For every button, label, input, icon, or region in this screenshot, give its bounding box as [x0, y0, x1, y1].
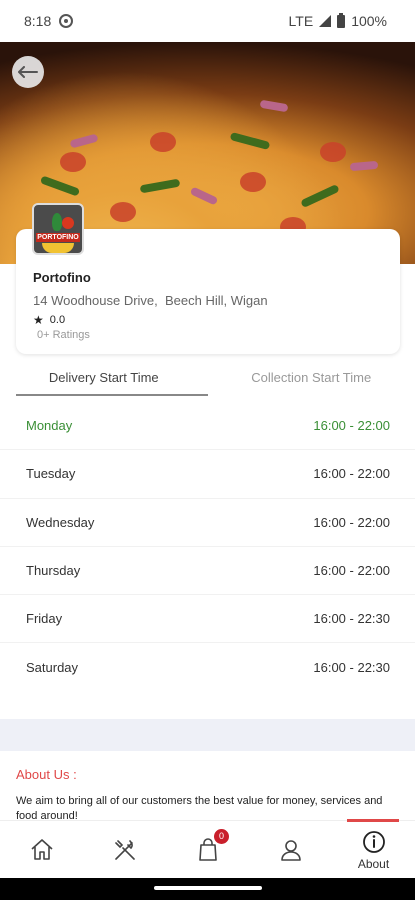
home-gesture-bar[interactable] — [154, 886, 262, 890]
schedule-row: Wednesday 16:00 - 22:00 — [0, 499, 415, 547]
schedule-row: Friday 16:00 - 22:30 — [0, 595, 415, 644]
day-name: Saturday — [26, 660, 79, 676]
nav-account[interactable] — [249, 821, 332, 878]
signal-icon — [319, 15, 332, 27]
system-gesture-area — [0, 878, 415, 900]
user-icon — [280, 839, 301, 861]
about-title: About Us : — [16, 767, 77, 782]
schedule-row: Saturday 16:00 - 22:30 — [0, 643, 415, 691]
day-hours: 16:00 - 22:00 — [313, 418, 390, 434]
nav-menu[interactable] — [83, 821, 166, 878]
status-bar: 8:18 LTE 100% — [0, 0, 415, 42]
schedule-row: Monday 16:00 - 22:00 — [0, 402, 415, 451]
opening-hours-list: Monday 16:00 - 22:00 Tuesday 16:00 - 22:… — [0, 402, 415, 692]
rating: ★ 0.0 — [33, 314, 65, 326]
restaurant-address: 14 Woodhouse Drive, Beech Hill, Wigan — [33, 293, 268, 308]
nav-about-label: About — [357, 856, 390, 871]
info-icon — [362, 830, 385, 853]
nav-cart[interactable]: 0 — [166, 821, 249, 878]
day-name: Thursday — [26, 563, 81, 579]
settings-status-icon — [59, 14, 74, 28]
back-button[interactable] — [12, 56, 44, 88]
day-name: Tuesday — [26, 466, 76, 482]
restaurant-name: Portofino — [33, 270, 91, 285]
day-hours: 16:00 - 22:00 — [313, 466, 390, 482]
day-hours: 16:00 - 22:30 — [313, 660, 390, 676]
bottom-navigation: 0 About — [0, 819, 415, 878]
day-hours: 16:00 - 22:00 — [313, 514, 390, 530]
nav-home[interactable] — [0, 821, 83, 878]
network-type: LTE — [288, 13, 314, 29]
battery-icon — [337, 12, 346, 28]
cutlery-icon — [114, 839, 135, 860]
rating-value: 0.0 — [49, 314, 66, 326]
cart-count-badge: 0 — [214, 829, 229, 844]
ratings-count: 0+ Ratings — [37, 329, 90, 341]
schedule-row: Tuesday 16:00 - 22:00 — [0, 450, 415, 499]
home-icon — [30, 838, 53, 860]
battery-level: 100% — [351, 13, 387, 29]
nav-about[interactable]: About — [332, 819, 415, 878]
about-text: We aim to bring all of our customers the… — [16, 795, 383, 820]
tab-collection-start-time[interactable]: Collection Start Time — [208, 354, 415, 396]
section-divider — [0, 719, 415, 751]
schedule-row: Thursday 16:00 - 22:00 — [0, 547, 415, 596]
schedule-tabs: Delivery Start Time Collection Start Tim… — [0, 354, 415, 396]
restaurant-logo: PORTOFINO — [32, 203, 84, 255]
arrow-left-icon — [18, 66, 38, 78]
tab-delivery-start-time[interactable]: Delivery Start Time — [0, 354, 208, 396]
status-time: 8:18 — [24, 13, 52, 29]
day-hours: 16:00 - 22:30 — [313, 611, 390, 627]
star-icon: ★ — [33, 313, 44, 327]
day-hours: 16:00 - 22:00 — [313, 563, 390, 579]
day-name: Wednesday — [26, 514, 95, 530]
day-name: Friday — [26, 611, 63, 627]
day-name: Monday — [26, 418, 73, 434]
